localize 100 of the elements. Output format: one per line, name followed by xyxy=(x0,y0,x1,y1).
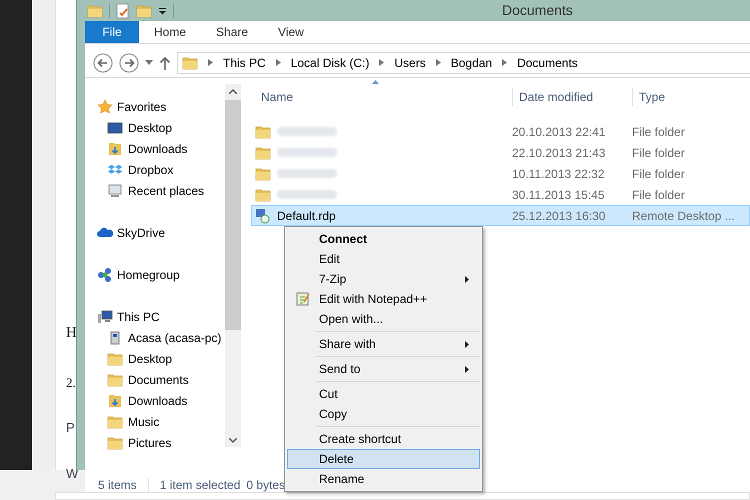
download-folder-icon xyxy=(107,392,123,408)
nav-item[interactable]: Desktop xyxy=(97,348,225,369)
file-date: 22.10.2013 21:43 xyxy=(512,144,606,162)
file-date: 30.11.2013 15:45 xyxy=(512,186,606,204)
folder-icon xyxy=(107,414,123,428)
menu-item[interactable]: Cut xyxy=(287,384,480,404)
file-date: 25.12.2013 16:30 xyxy=(512,208,606,224)
status-text: 5 items xyxy=(98,477,137,494)
menu-item[interactable]: Send to xyxy=(287,359,480,379)
address-bar[interactable]: This PC Local Disk (C:) Users Bogdan Documents xyxy=(177,52,750,74)
submenu-arrow-icon xyxy=(465,340,469,348)
nav-item[interactable]: Documents xyxy=(97,369,225,390)
scrollbar[interactable] xyxy=(225,84,241,447)
chevron-icon xyxy=(276,59,281,66)
ribbon-tab[interactable]: Share xyxy=(201,21,264,43)
monitor-icon xyxy=(107,120,123,136)
nav-item[interactable]: Downloads xyxy=(97,138,225,159)
column-header[interactable]: Date modified xyxy=(512,88,632,106)
breadcrumb-item[interactable]: Bogdan xyxy=(450,54,492,72)
submenu-arrow-icon xyxy=(465,276,469,282)
nav-item[interactable]: Homegroup xyxy=(97,264,225,285)
nav-item[interactable]: Dropbox xyxy=(97,159,225,180)
file-date: 10.11.2013 22:32 xyxy=(512,166,606,182)
star-icon xyxy=(97,98,113,114)
folder-icon xyxy=(107,372,123,386)
nav-item[interactable]: This PC xyxy=(97,306,225,327)
ribbon-tab[interactable]: File xyxy=(85,21,139,43)
sort-arrow-icon xyxy=(372,80,379,84)
file-type: File folder xyxy=(632,124,685,140)
folder-icon xyxy=(255,188,271,202)
ribbon-tab[interactable]: Home xyxy=(139,21,202,43)
remote-desktop-file-icon xyxy=(255,208,271,224)
column-header[interactable]: Name xyxy=(251,88,512,106)
file-type: Remote Desktop ... xyxy=(632,208,735,224)
file-row[interactable]: Default.rdp 25.12.2013 16:30 Remote Desktop ... xyxy=(251,205,750,226)
menu-item[interactable]: Connect xyxy=(287,229,480,249)
dropdown-icon[interactable] xyxy=(158,6,167,14)
chevron-icon xyxy=(502,59,508,66)
breadcrumb-item[interactable]: Local Disk (C:) xyxy=(290,54,370,72)
download-folder-icon xyxy=(107,140,123,156)
breadcrumb-item[interactable]: This PC xyxy=(223,54,266,72)
status-text: 1 item selected xyxy=(160,477,240,494)
menu-item[interactable]: Create shortcut xyxy=(287,429,480,449)
blurred-name xyxy=(277,127,337,136)
scroll-up-icon[interactable] xyxy=(229,89,237,94)
menu-item[interactable]: Edit xyxy=(287,249,480,269)
forward-icon[interactable] xyxy=(119,52,139,72)
nav-item[interactable]: SkyDrive xyxy=(97,222,225,243)
folder-icon xyxy=(255,124,271,138)
scrollbar-thumb[interactable] xyxy=(225,100,241,330)
status-text: 0 bytes xyxy=(246,477,286,494)
computer-icon xyxy=(97,308,113,324)
file-row[interactable]: 30.11.2013 15:45 File folder xyxy=(251,184,750,205)
file-row[interactable]: 22.10.2013 21:43 File folder xyxy=(251,142,750,163)
page-text-fragment: P xyxy=(66,419,76,437)
menu-item[interactable]: Open with... xyxy=(287,309,480,329)
file-row[interactable]: 10.11.2013 22:32 File folder xyxy=(251,163,750,184)
notepad-icon xyxy=(294,291,310,307)
scroll-down-icon[interactable] xyxy=(229,438,237,443)
breadcrumb-item[interactable]: Users xyxy=(394,54,426,72)
menu-item[interactable]: Share with xyxy=(287,334,480,354)
page-text-fragment: H xyxy=(66,324,76,343)
blurred-name xyxy=(277,169,337,178)
dropdown-icon[interactable] xyxy=(145,60,153,65)
breadcrumb-item[interactable]: Documents xyxy=(517,54,578,72)
nav-item[interactable]: Recent places xyxy=(97,180,225,201)
menu-item[interactable]: Delete xyxy=(287,449,480,469)
menu-item[interactable]: Rename xyxy=(287,469,480,489)
page-text-fragment: W xyxy=(66,464,76,482)
ribbon-tab[interactable]: View xyxy=(263,21,319,43)
folder-icon xyxy=(136,4,152,18)
back-icon[interactable] xyxy=(93,52,113,72)
folder-icon xyxy=(255,166,271,180)
nav-item[interactable]: Pictures xyxy=(97,432,225,453)
network-icon xyxy=(97,266,113,282)
nav-item[interactable]: Desktop xyxy=(97,117,225,138)
file-type: File folder xyxy=(632,144,685,162)
folder-icon xyxy=(107,352,123,366)
folder-icon xyxy=(87,4,103,18)
up-arrow-icon[interactable] xyxy=(159,56,171,70)
folder-icon xyxy=(255,146,271,160)
window-title: Documents xyxy=(502,1,573,20)
nav-item[interactable]: Music xyxy=(97,411,225,432)
file-date: 20.10.2013 22:41 xyxy=(512,124,606,140)
computer-icon xyxy=(107,182,123,198)
submenu-arrow-icon xyxy=(465,366,469,372)
chevron-icon xyxy=(208,59,213,66)
menu-item[interactable]: Copy xyxy=(287,404,480,424)
menu-item[interactable]: 7-Zip xyxy=(287,269,480,289)
column-header[interactable]: Type xyxy=(632,88,666,106)
nav-item[interactable]: Acasa (acasa-pc) xyxy=(97,327,225,348)
document-check-icon xyxy=(116,2,130,18)
folder-icon xyxy=(182,56,198,70)
file-type: File folder xyxy=(632,166,685,182)
file-row[interactable]: 20.10.2013 22:41 File folder xyxy=(251,121,750,142)
chevron-icon xyxy=(436,59,441,66)
nav-item[interactable]: Downloads xyxy=(97,390,225,411)
nav-item[interactable]: Favorites xyxy=(97,96,225,117)
menu-item[interactable]: Edit with Notepad++ xyxy=(287,289,480,309)
page-text-fragment: 2. xyxy=(66,374,76,392)
